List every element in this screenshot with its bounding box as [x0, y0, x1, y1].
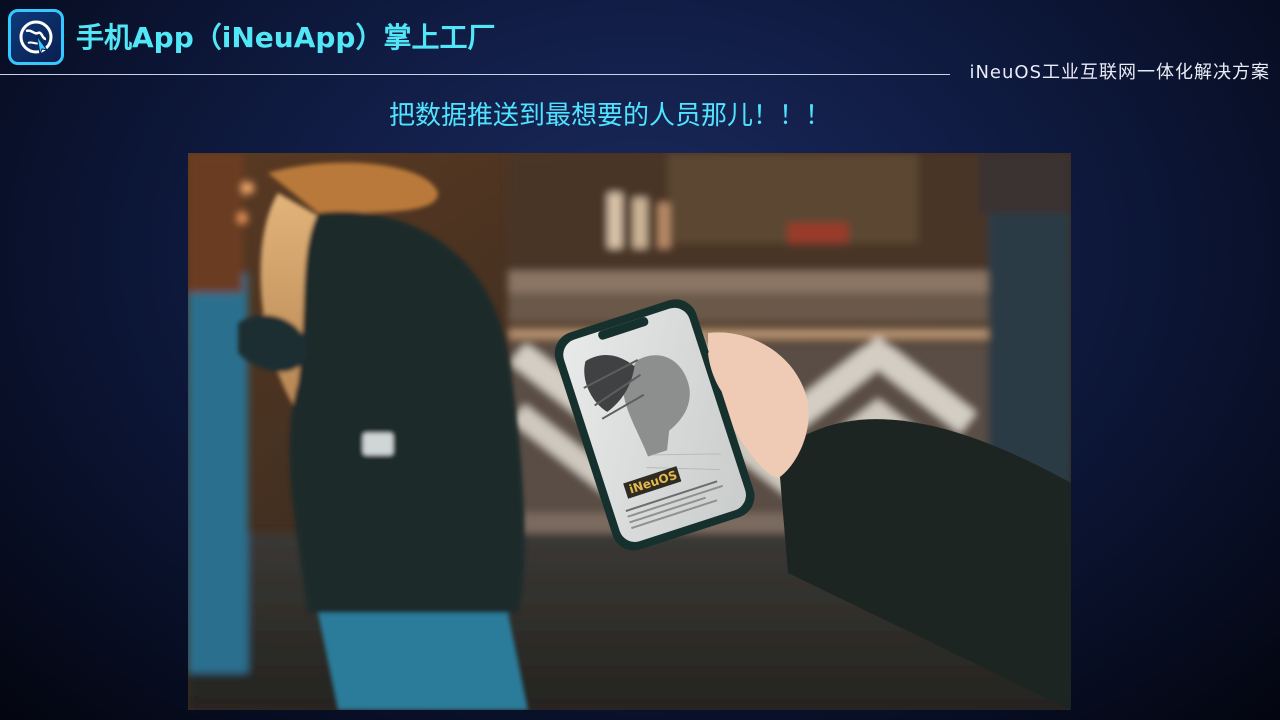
app-logo [8, 9, 64, 65]
slide-headline: 把数据推送到最想要的人员那儿！！！ [388, 101, 831, 131]
hero-photo: iNeuOS [188, 153, 1071, 710]
page-title: 手机App（iNeuApp）掌上工厂 [76, 21, 496, 54]
globe-cursor-icon [19, 20, 53, 56]
header-divider [0, 74, 950, 75]
brand-tagline: iNeuOS工业互联网一体化解决方案 [969, 62, 1270, 83]
